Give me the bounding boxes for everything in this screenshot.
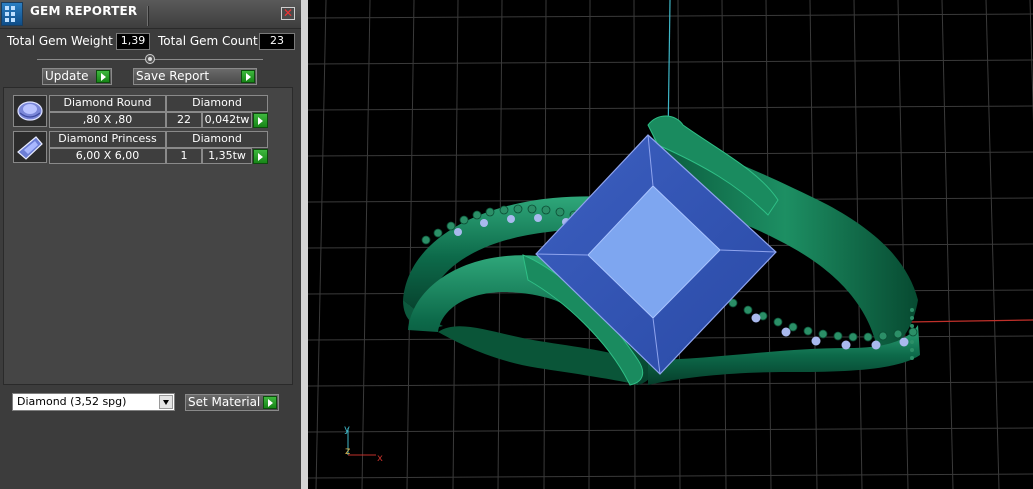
gem-material: Diamond [166,131,268,148]
play-arrow-icon [96,70,110,83]
play-arrow-icon [241,70,255,83]
total-gem-count-label: Total Gem Count [158,34,258,48]
window-title: GEM REPORTER [30,4,138,18]
panel-splitter[interactable] [301,0,308,489]
close-button[interactable]: ✕ [281,7,295,20]
gem-size: 6,00 X 6,00 [49,148,166,164]
total-gem-count-value: 23 [259,33,295,50]
title-bar[interactable]: GEM REPORTER ✕ [0,0,301,29]
gem-reporter-panel: GEM REPORTER ✕ Total Gem Weight 1,39 Tot… [0,0,301,489]
axis-label-z: z [345,446,350,457]
chevron-down-icon[interactable] [159,395,173,409]
material-select[interactable]: Diamond (3,52 spg) [12,393,175,411]
total-gem-weight-label: Total Gem Weight [7,34,113,48]
gem-row[interactable]: Diamond Round Diamond ,80 X ,80 22 0,042… [9,95,272,129]
gem-reporter-app-icon [1,2,23,26]
x-axis-line [907,319,1033,323]
gem-weight: 0,042tw [202,112,252,128]
set-material-button-label: Set Material [188,395,261,409]
gem-row-go-button[interactable] [253,113,268,128]
princess-gem-icon [13,131,47,163]
gem-count: 22 [166,112,202,128]
axis-gizmo: y z x [344,424,383,464]
gem-shape: Diamond Round [49,95,166,112]
ring-model[interactable] [403,115,920,386]
play-arrow-icon [263,396,277,409]
gem-list: Diamond Round Diamond ,80 X ,80 22 0,042… [3,87,293,385]
gem-row-go-button[interactable] [253,149,268,164]
title-divider [147,6,149,26]
round-gem-icon [13,95,47,127]
gem-material: Diamond [166,95,268,112]
save-report-button-label: Save Report [136,69,210,83]
update-button[interactable]: Update [42,68,112,85]
axis-label-x: x [377,453,383,464]
gem-weight: 1,35tw [202,148,252,164]
save-report-button[interactable]: Save Report [133,68,257,85]
close-icon: ✕ [282,6,294,20]
3d-viewport[interactable]: y z x [308,0,1033,489]
total-gem-weight-value: 1,39 [116,33,150,50]
viewport-canvas[interactable]: y z x [308,0,1033,489]
gem-shape: Diamond Princess [49,131,166,148]
material-select-value: Diamond (3,52 spg) [17,395,127,408]
gem-count: 1 [166,148,202,164]
update-button-label: Update [45,69,89,83]
gem-row[interactable]: Diamond Princess Diamond 6,00 X 6,00 1 1… [9,131,272,165]
set-material-button[interactable]: Set Material [185,394,279,411]
gem-size: ,80 X ,80 [49,112,166,128]
axis-label-y: y [344,424,350,435]
panel-slider-handle[interactable] [145,54,155,64]
